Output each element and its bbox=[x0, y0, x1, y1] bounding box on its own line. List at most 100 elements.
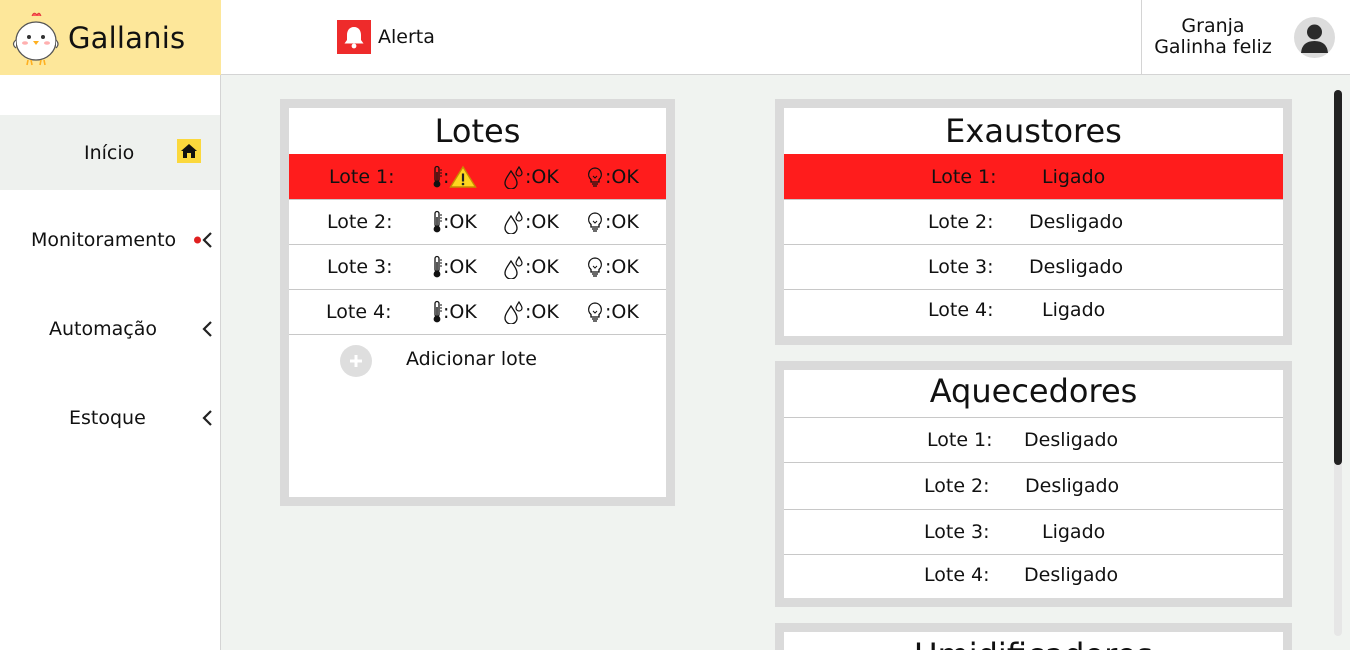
thermometer-icon bbox=[433, 255, 442, 278]
humidity-status: :OK bbox=[503, 210, 559, 234]
lote-name: Lote 4: bbox=[928, 298, 994, 321]
add-lote-button[interactable]: Adicionar lote bbox=[289, 334, 666, 382]
status-value: Ligado bbox=[1042, 165, 1106, 188]
top-bar: Alerta Granja Galinha feliz bbox=[221, 0, 1350, 75]
status-value: Desligado bbox=[1024, 429, 1119, 451]
sidebar-item-label: Monitoramento bbox=[31, 228, 177, 251]
lote-name: Lote 2: bbox=[928, 211, 994, 233]
sidebar-item-monitoramento[interactable]: Monitoramento bbox=[0, 202, 220, 277]
temperature-value: :OK bbox=[443, 301, 477, 323]
aquecedor-row-2[interactable]: Lote 2: Desligado bbox=[784, 462, 1283, 509]
humidity-status: :OK bbox=[503, 300, 559, 324]
status-value: Desligado bbox=[1029, 211, 1124, 233]
light-value: :OK bbox=[605, 165, 639, 188]
lote-row-3[interactable]: Lote 3: :OK :OK :OK bbox=[289, 244, 666, 289]
lote-name: Lote 1: bbox=[927, 429, 993, 451]
temperature-status: :OK bbox=[431, 210, 477, 234]
temperature-status: : bbox=[431, 165, 478, 189]
thermometer-icon bbox=[433, 210, 442, 233]
chevron-left-icon bbox=[202, 231, 212, 248]
light-status: :OK bbox=[585, 300, 639, 324]
lotes-panel: Lotes Lote 1: : :OK :OK Lote 2: :OK :OK bbox=[280, 99, 675, 506]
humidity-icon bbox=[504, 165, 523, 189]
lote-name: Lote 2: bbox=[327, 211, 393, 233]
farm-name-line1: Granja bbox=[1181, 15, 1245, 37]
plus-icon bbox=[340, 345, 372, 377]
aquecedor-row-4[interactable]: Lote 4: Desligado bbox=[784, 554, 1283, 594]
lote-name: Lote 1: bbox=[931, 165, 997, 188]
umidificadores-title: Umidificadores bbox=[784, 632, 1283, 650]
add-lote-label: Adicionar lote bbox=[406, 347, 537, 370]
user-profile[interactable]: Granja Galinha feliz bbox=[1141, 0, 1350, 75]
lightbulb-icon bbox=[588, 302, 602, 322]
sidebar-item-automacao[interactable]: Automação bbox=[0, 291, 220, 366]
light-status: :OK bbox=[585, 210, 639, 234]
status-value: Desligado bbox=[1029, 256, 1124, 278]
temperature-value: :OK bbox=[443, 256, 477, 278]
alert-label: Alerta bbox=[378, 26, 435, 48]
exaustor-row-2[interactable]: Lote 2: Desligado bbox=[784, 199, 1283, 244]
lote-name: Lote 3: bbox=[924, 521, 990, 543]
humidity-value: :OK bbox=[525, 256, 559, 278]
humidity-value: :OK bbox=[525, 165, 559, 188]
chevron-left-icon bbox=[202, 320, 212, 337]
exaustor-row-4[interactable]: Lote 4: Ligado bbox=[784, 289, 1283, 329]
aquecedor-row-1[interactable]: Lote 1: Desligado bbox=[784, 417, 1283, 462]
exaustor-row-1[interactable]: Lote 1: Ligado bbox=[784, 154, 1283, 199]
status-value: Ligado bbox=[1042, 298, 1106, 321]
humidity-icon bbox=[504, 210, 523, 234]
humidity-status: :OK bbox=[503, 255, 559, 279]
sidebar-item-label: Automação bbox=[49, 317, 157, 340]
home-icon[interactable] bbox=[177, 139, 201, 163]
exaustor-row-3[interactable]: Lote 3: Desligado bbox=[784, 244, 1283, 289]
humidity-status: :OK bbox=[503, 165, 559, 189]
temperature-status: :OK bbox=[431, 300, 477, 324]
logo[interactable]: Gallanis bbox=[0, 0, 221, 75]
chevron-left-icon bbox=[202, 409, 212, 426]
sidebar-item-label: Estoque bbox=[69, 406, 146, 429]
alert-button[interactable]: Alerta bbox=[337, 20, 435, 54]
light-value: :OK bbox=[605, 211, 639, 233]
sidebar-item-estoque[interactable]: Estoque bbox=[0, 380, 220, 455]
farm-name: Granja Galinha feliz bbox=[1150, 16, 1276, 58]
lote-row-2[interactable]: Lote 2: :OK :OK :OK bbox=[289, 199, 666, 244]
lotes-title: Lotes bbox=[434, 112, 521, 150]
humidity-icon bbox=[504, 255, 523, 279]
warning-icon bbox=[449, 165, 478, 188]
lightbulb-icon bbox=[588, 212, 602, 232]
lote-name: Lote 2: bbox=[924, 475, 990, 497]
lote-name: Lote 3: bbox=[928, 256, 994, 278]
temperature-value: :OK bbox=[443, 211, 477, 233]
app-name: Gallanis bbox=[68, 20, 186, 55]
humidity-value: :OK bbox=[525, 301, 559, 323]
lightbulb-icon bbox=[588, 166, 602, 187]
aquecedores-title: Aquecedores bbox=[929, 372, 1138, 410]
lote-row-4[interactable]: Lote 4: :OK :OK :OK bbox=[289, 289, 666, 334]
light-value: :OK bbox=[605, 256, 639, 278]
thermometer-icon bbox=[433, 165, 442, 187]
lote-name: Lote 4: bbox=[326, 301, 392, 323]
lote-name: Lote 4: bbox=[924, 563, 990, 586]
status-value: Ligado bbox=[1042, 521, 1106, 543]
light-status: :OK bbox=[585, 255, 639, 279]
lote-row-1[interactable]: Lote 1: : :OK :OK bbox=[289, 154, 666, 199]
exaustores-panel: Exaustores Lote 1: Ligado Lote 2: Deslig… bbox=[775, 99, 1292, 345]
status-value: Desligado bbox=[1024, 563, 1119, 586]
lightbulb-icon bbox=[588, 257, 602, 277]
temperature-status: :OK bbox=[431, 255, 477, 279]
farm-name-line2: Galinha feliz bbox=[1154, 36, 1272, 58]
exaustores-title: Exaustores bbox=[945, 112, 1122, 150]
aquecedor-row-3[interactable]: Lote 3: Ligado bbox=[784, 509, 1283, 554]
lote-name: Lote 3: bbox=[327, 256, 393, 278]
chick-logo-icon bbox=[12, 12, 59, 65]
light-status: :OK bbox=[585, 165, 639, 189]
humidity-value: :OK bbox=[525, 211, 559, 233]
umidificadores-panel: Umidificadores bbox=[775, 623, 1292, 650]
thermometer-icon bbox=[433, 300, 442, 323]
user-avatar-icon bbox=[1301, 24, 1328, 53]
scrollbar-thumb[interactable] bbox=[1334, 90, 1342, 465]
sidebar-item-label: Início bbox=[84, 141, 135, 164]
status-value: Desligado bbox=[1025, 475, 1120, 497]
lote-name: Lote 1: bbox=[329, 165, 395, 188]
avatar[interactable] bbox=[1294, 17, 1335, 58]
